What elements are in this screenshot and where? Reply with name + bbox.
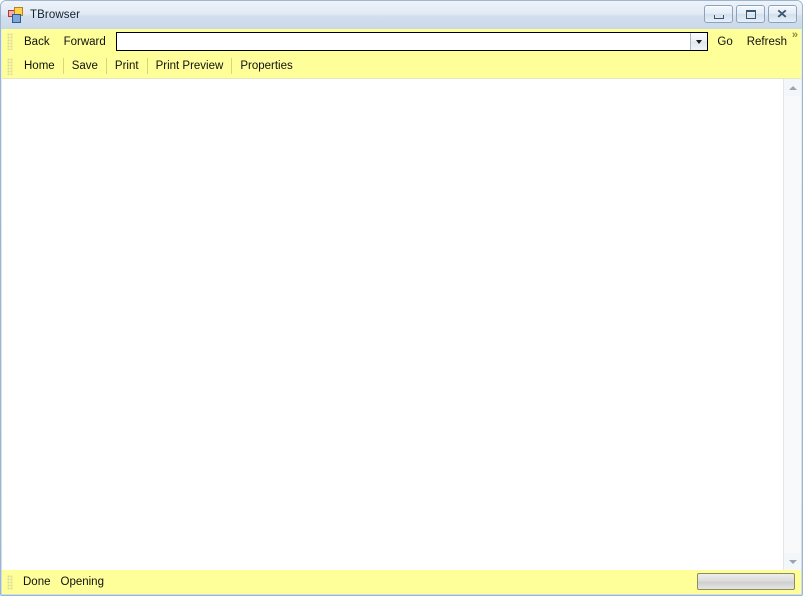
toolbar-overflow-icon[interactable]: » bbox=[792, 30, 798, 41]
status-bar-grip[interactable] bbox=[7, 574, 14, 590]
window-controls: ✕ bbox=[704, 5, 797, 23]
title-bar[interactable]: TBrowser ✕ bbox=[1, 1, 802, 29]
status-opening-label: Opening bbox=[60, 576, 104, 588]
app-icon bbox=[8, 7, 24, 23]
address-dropdown-button[interactable] bbox=[690, 33, 708, 50]
toolbar-separator bbox=[231, 58, 233, 74]
properties-button[interactable]: Properties bbox=[233, 54, 299, 78]
app-icon-blue-square bbox=[12, 14, 21, 23]
close-button[interactable]: ✕ bbox=[768, 5, 797, 23]
status-bar: Done Opening bbox=[2, 570, 801, 594]
application-window: TBrowser ✕ Back Forward Go Refresh » Hom… bbox=[0, 0, 803, 596]
print-button[interactable]: Print bbox=[108, 54, 146, 78]
minimize-icon bbox=[713, 14, 724, 19]
scroll-up-arrow-icon bbox=[788, 85, 797, 90]
navigation-toolbar-grip[interactable] bbox=[7, 33, 14, 50]
save-button[interactable]: Save bbox=[65, 54, 105, 78]
chevron-down-icon bbox=[696, 39, 703, 44]
status-done-label: Done bbox=[23, 576, 51, 588]
scroll-up-button[interactable] bbox=[784, 79, 801, 96]
toolbar-separator bbox=[62, 58, 64, 74]
back-button[interactable]: Back bbox=[17, 29, 57, 54]
close-icon: ✕ bbox=[776, 7, 789, 21]
command-toolbar-grip[interactable] bbox=[7, 57, 14, 75]
maximize-button[interactable] bbox=[736, 5, 765, 23]
window-title: TBrowser bbox=[30, 9, 81, 21]
go-button[interactable]: Go bbox=[710, 29, 739, 54]
address-input[interactable] bbox=[116, 33, 691, 50]
scroll-down-button[interactable] bbox=[784, 553, 801, 570]
minimize-button[interactable] bbox=[704, 5, 733, 23]
browser-page-area[interactable] bbox=[2, 79, 783, 570]
toolbar-separator bbox=[146, 58, 148, 74]
status-progress-bar bbox=[697, 573, 795, 590]
address-combo-box[interactable] bbox=[115, 32, 709, 51]
vertical-scrollbar[interactable] bbox=[783, 79, 801, 570]
navigation-toolbar: Back Forward Go Refresh » bbox=[2, 29, 801, 54]
browser-content-row bbox=[2, 78, 801, 570]
print-preview-button[interactable]: Print Preview bbox=[149, 54, 231, 78]
scroll-down-arrow-icon bbox=[788, 559, 797, 564]
home-button[interactable]: Home bbox=[17, 54, 62, 78]
scrollbar-track[interactable] bbox=[784, 96, 801, 553]
command-toolbar: Home Save Print Print Preview Properties bbox=[2, 54, 801, 78]
toolbar-separator bbox=[105, 58, 107, 74]
maximize-icon bbox=[745, 9, 756, 19]
forward-button[interactable]: Forward bbox=[57, 29, 113, 54]
